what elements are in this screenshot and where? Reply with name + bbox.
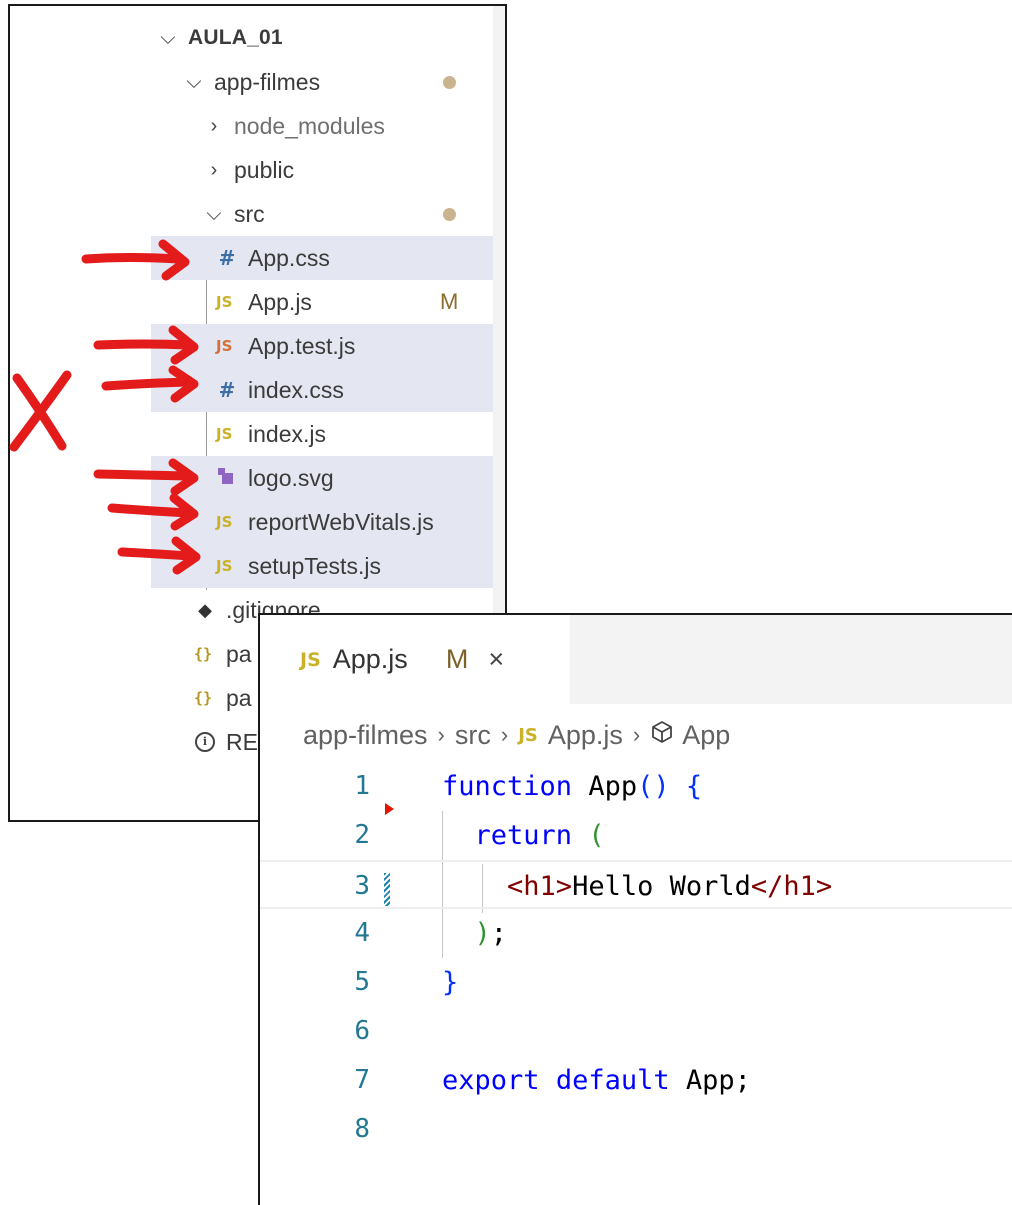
line-number: 8	[354, 1114, 370, 1144]
jsx-text: Hello World	[572, 871, 751, 902]
punctuation: (	[588, 820, 605, 851]
chevron-down-icon: ⌵	[160, 26, 176, 49]
keyword: function	[442, 771, 573, 802]
punctuation: {	[685, 771, 703, 802]
file-label: setupTests.js	[248, 552, 381, 579]
breadcrumb: app-filmes › src › JS App.js › App	[303, 713, 730, 757]
file-index-js[interactable]: JS index.js	[10, 412, 493, 456]
punctuation: ()	[637, 771, 670, 802]
file-label: pa	[226, 684, 252, 711]
chevron-right-icon: ›	[210, 114, 218, 137]
line-number: 3	[354, 871, 370, 901]
file-label: index.js	[248, 420, 326, 447]
line-number: 7	[354, 1065, 370, 1095]
line-number: 6	[354, 1016, 370, 1046]
workspace-root-label: AULA_01	[188, 26, 283, 49]
file-label: pa	[226, 640, 252, 667]
identifier: App	[588, 771, 638, 802]
file-logo-svg[interactable]: logo.svg	[10, 456, 493, 500]
file-label: reportWebVitals.js	[248, 508, 434, 535]
explorer-root-row[interactable]: ⌵ AULA_01	[10, 16, 493, 60]
json-file-icon: {}	[194, 689, 213, 707]
json-file-icon: {}	[194, 645, 213, 663]
file-label: App.css	[248, 244, 330, 271]
chevron-down-icon: ⌵	[206, 202, 222, 225]
tab-label: App.js	[332, 644, 408, 674]
chevron-right-icon: ›	[500, 722, 509, 747]
code-line[interactable]: 7 export default App;	[260, 1056, 1012, 1105]
punctuation: }	[442, 967, 459, 998]
file-app-css[interactable]: # App.css	[10, 236, 493, 280]
file-label: logo.svg	[248, 464, 334, 491]
keyword: return	[474, 820, 573, 851]
svg-file-icon	[216, 465, 238, 492]
punctuation: ;	[490, 918, 508, 949]
code-line[interactable]: 4 );	[260, 909, 1012, 958]
line-number: 1	[354, 771, 370, 801]
js-file-icon: JS	[518, 724, 538, 746]
punctuation: ;	[734, 1065, 751, 1096]
punctuation: )	[474, 918, 491, 949]
code-editor: JS App.js M × app-filmes › src › JS App.…	[258, 613, 1012, 1205]
git-modified-badge: M	[440, 289, 459, 314]
js-file-icon: JS	[216, 513, 233, 531]
js-file-icon: JS	[216, 557, 233, 575]
js-file-icon: JS	[216, 293, 233, 311]
js-file-icon: JS	[300, 648, 321, 671]
code-line[interactable]: 8	[260, 1105, 1012, 1154]
code-line[interactable]: 5 }	[260, 958, 1012, 1007]
file-index-css[interactable]: # index.css	[10, 368, 493, 412]
line-number: 2	[354, 820, 370, 850]
file-label: RE	[226, 728, 258, 755]
chevron-right-icon: ›	[437, 722, 445, 747]
keyword: export	[442, 1065, 540, 1096]
file-label: index.css	[248, 376, 344, 403]
jsx-tag: </h1>	[750, 871, 833, 902]
breadcrumb-folder[interactable]: app-filmes	[303, 720, 428, 751]
breadcrumb-src[interactable]: src	[455, 720, 491, 751]
modified-dot-icon	[443, 208, 456, 221]
git-icon: ◆	[198, 599, 212, 620]
file-app-js[interactable]: JS App.js M	[10, 280, 493, 324]
chevron-right-icon: ›	[210, 158, 218, 181]
file-label: App.test.js	[248, 332, 356, 359]
editor-tab-strip: JS App.js M ×	[260, 615, 1012, 704]
breadcrumb-symbol[interactable]: App	[682, 720, 730, 751]
chevron-right-icon: ›	[632, 722, 641, 747]
cube-symbol-icon	[650, 720, 674, 751]
line-number: 4	[354, 918, 370, 948]
js-file-icon: JS	[216, 425, 233, 443]
folder-public[interactable]: › public	[10, 148, 493, 192]
file-app-test-js[interactable]: JS App.test.js	[10, 324, 493, 368]
file-label: App.js	[248, 288, 312, 315]
jsx-tag: <h1>	[507, 871, 573, 902]
chevron-down-icon: ⌵	[186, 70, 202, 93]
code-line[interactable]: 6	[260, 1007, 1012, 1056]
folder-label: app-filmes	[214, 68, 321, 95]
folder-node-modules[interactable]: › node_modules	[10, 104, 493, 148]
modified-dot-icon	[443, 76, 456, 89]
file-setup-tests[interactable]: JS setupTests.js	[10, 544, 493, 588]
tab-app-js[interactable]: JS App.js M ×	[260, 615, 570, 704]
folder-label: node_modules	[234, 112, 385, 139]
folder-label: src	[234, 200, 265, 227]
git-modified-badge: M	[445, 644, 469, 674]
folder-src[interactable]: ⌵ src	[10, 192, 493, 236]
close-tab-icon[interactable]: ×	[488, 644, 504, 675]
identifier: App	[685, 1065, 735, 1096]
code-line[interactable]: 1 function App() {	[260, 762, 1012, 811]
keyword: default	[555, 1065, 670, 1096]
folder-app-filmes[interactable]: ⌵ app-filmes	[10, 60, 493, 104]
file-report-web-vitals[interactable]: JS reportWebVitals.js	[10, 500, 493, 544]
line-number: 5	[354, 967, 370, 997]
breadcrumb-file[interactable]: App.js	[548, 720, 623, 751]
folder-label: public	[234, 156, 295, 183]
css-file-icon: #	[218, 246, 236, 270]
code-line-current[interactable]: 3 <h1>Hello World</h1>	[260, 860, 1012, 909]
code-line[interactable]: 2 return (	[260, 811, 1012, 860]
js-test-file-icon: JS	[216, 337, 233, 355]
info-icon: i	[194, 732, 216, 752]
css-file-icon: #	[218, 378, 236, 402]
